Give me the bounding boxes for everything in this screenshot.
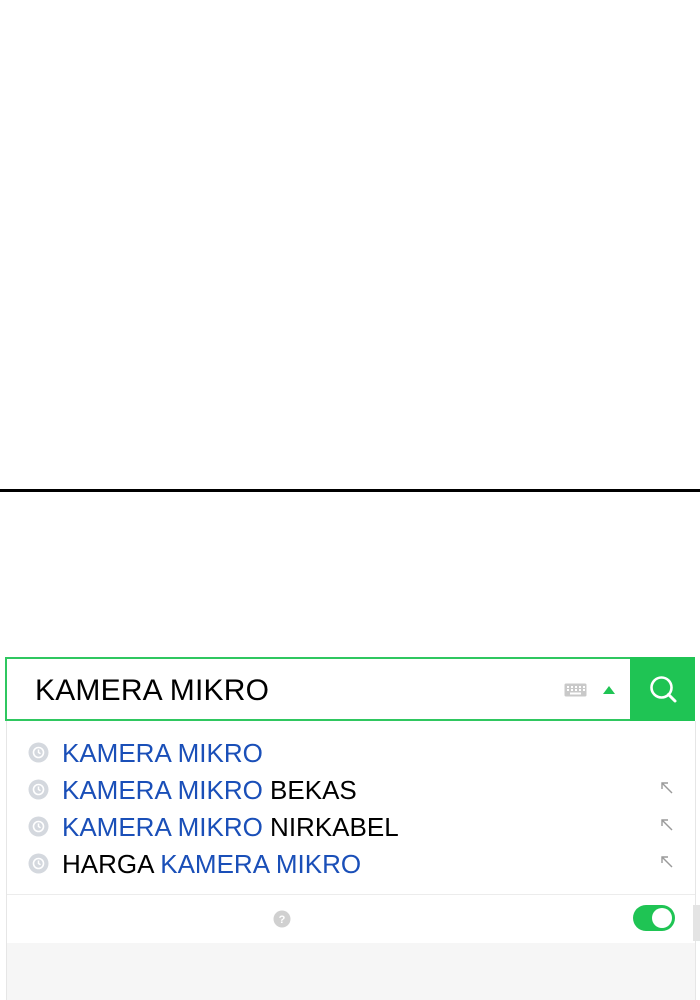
toggle-knob	[652, 908, 672, 928]
blank-area	[0, 0, 700, 490]
search-icon	[649, 676, 676, 703]
history-icon	[28, 853, 49, 874]
suggestion-extra-text: NIRKABEL	[262, 812, 399, 842]
search-input[interactable]	[33, 670, 537, 712]
fill-query-arrow-icon[interactable]	[660, 818, 674, 832]
suggestion-label: KAMERA MIKRO	[62, 735, 263, 771]
history-icon	[28, 816, 49, 837]
search-box	[5, 657, 695, 721]
svg-text:?: ?	[279, 914, 286, 926]
suggestion-item[interactable]: KAMERA MIKRO BEKAS	[7, 772, 695, 809]
suggestion-extra-text: HARGA	[62, 849, 161, 879]
fill-query-arrow-icon[interactable]	[660, 781, 674, 795]
help-icon[interactable]: ?	[273, 910, 291, 928]
suggestion-item[interactable]: KAMERA MIKRO	[7, 735, 695, 772]
caret-up-icon[interactable]	[603, 686, 615, 694]
suggestion-match-text: KAMERA MIKRO	[62, 812, 263, 842]
suggestion-list: KAMERA MIKRO KAMERA MIKRO BEKAS KAMERA MIK…	[7, 735, 695, 883]
suggestion-match-text: KAMERA MIKRO	[160, 849, 362, 879]
suggestion-label: KAMERA MIKRO BEKAS	[62, 772, 357, 808]
suggestion-item[interactable]: KAMERA MIKRO NIRKABEL	[7, 809, 695, 846]
fill-query-arrow-icon[interactable]	[660, 855, 674, 869]
scrollbar[interactable]	[693, 905, 700, 941]
suggestion-match-text: KAMERA MIKRO	[62, 738, 263, 768]
keyboard-icon[interactable]	[564, 683, 587, 697]
autocomplete-toggle[interactable]	[633, 905, 675, 931]
history-icon	[28, 742, 49, 763]
suggestion-label: KAMERA MIKRO NIRKABEL	[62, 809, 399, 845]
suggestion-label: HARGA KAMERA MIKRO	[62, 846, 361, 882]
panel-bottom-area	[7, 943, 695, 1000]
suggestion-extra-text: BEKAS	[262, 775, 357, 805]
divider-line	[0, 489, 700, 492]
suggestion-match-text: KAMERA MIKRO	[62, 775, 263, 805]
suggestion-dropdown: KAMERA MIKRO KAMERA MIKRO BEKAS KAMERA MIK…	[6, 721, 696, 1000]
suggestion-footer: ?	[7, 894, 695, 944]
history-icon	[28, 779, 49, 800]
search-button[interactable]	[630, 657, 695, 721]
suggestion-item[interactable]: HARGA KAMERA MIKRO	[7, 846, 695, 883]
